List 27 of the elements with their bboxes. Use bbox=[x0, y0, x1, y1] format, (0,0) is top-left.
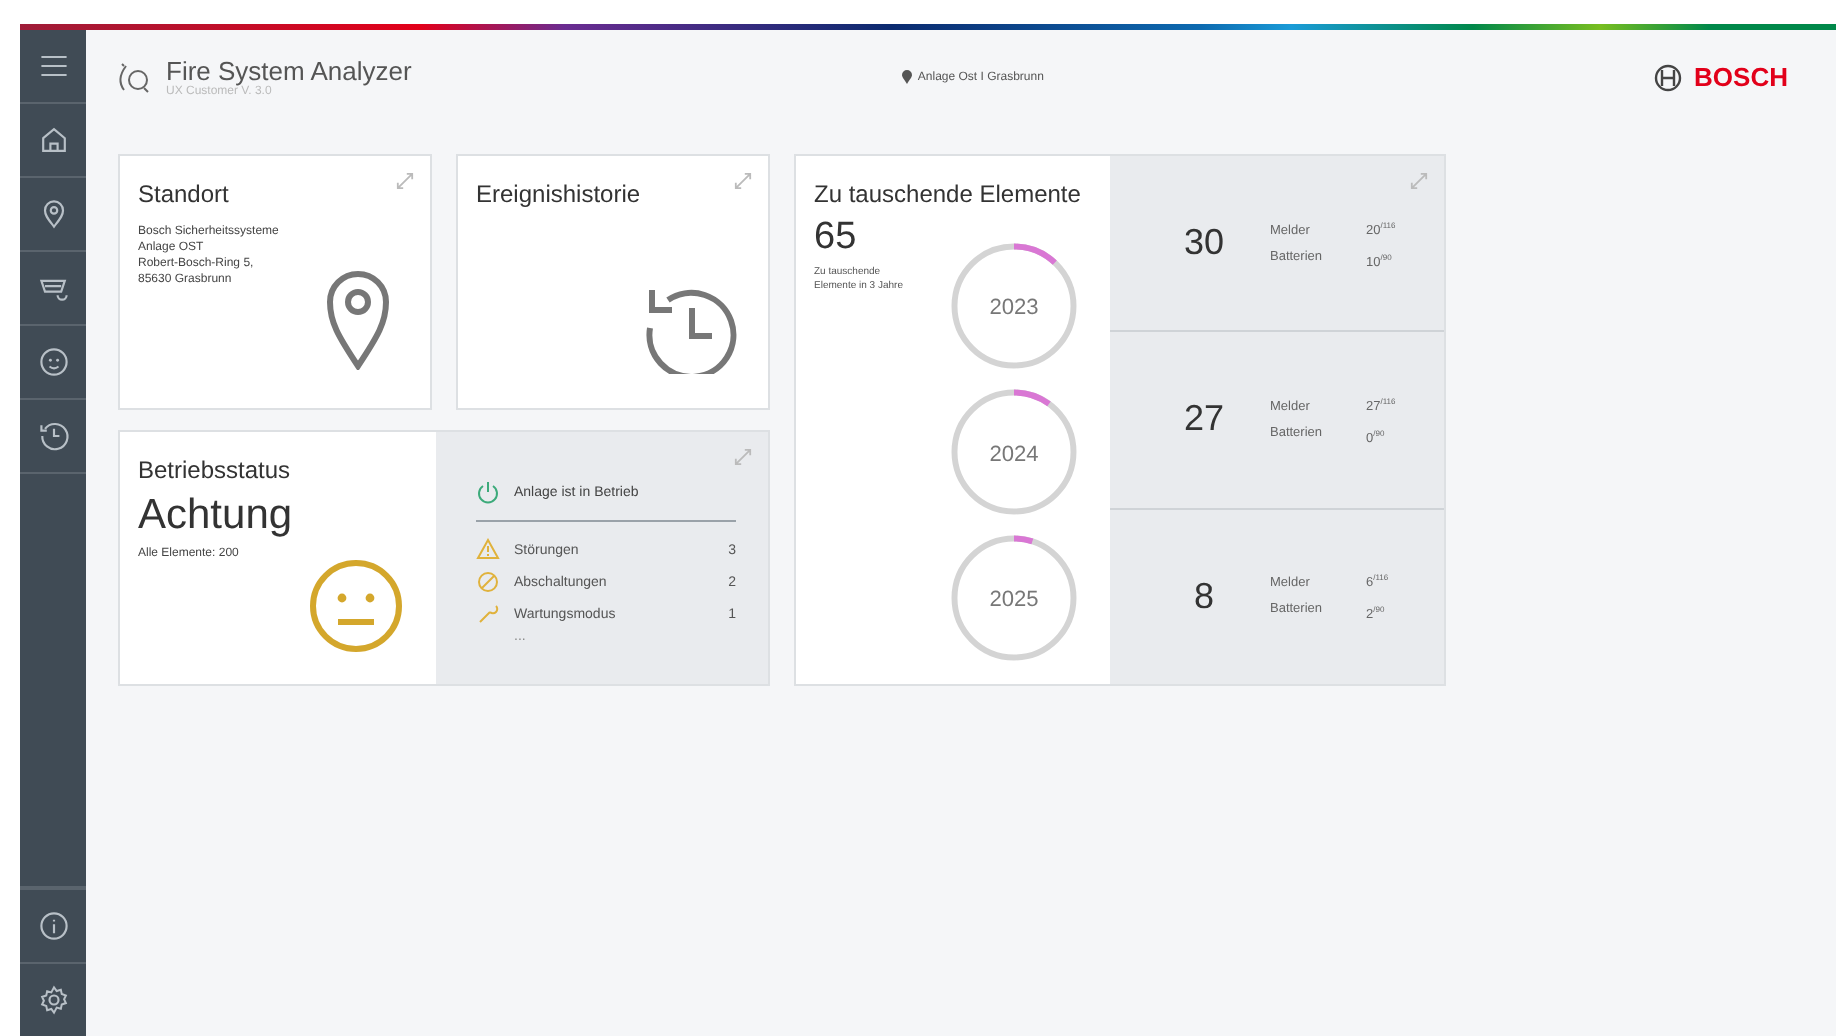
year-label: 2023 bbox=[989, 296, 1039, 321]
status-text: Achtung bbox=[138, 492, 295, 540]
brand-logo-icon bbox=[1654, 63, 1683, 91]
neutral-face-icon bbox=[308, 558, 404, 654]
replace-count: 30 bbox=[1181, 222, 1227, 265]
year-label: 2024 bbox=[989, 442, 1039, 467]
card-title: Betriebsstatus bbox=[138, 456, 293, 484]
location-pin-icon bbox=[326, 270, 390, 370]
total-count: 65 bbox=[814, 216, 859, 260]
power-icon bbox=[476, 480, 500, 504]
replace-count: 8 bbox=[1191, 575, 1216, 618]
card-title: Ereignishistorie bbox=[476, 180, 643, 208]
wrench-icon bbox=[476, 602, 500, 626]
warning-icon bbox=[476, 538, 500, 562]
blocked-icon bbox=[476, 570, 500, 594]
history-icon bbox=[35, 418, 71, 454]
brand-name: BOSCH bbox=[1694, 62, 1788, 92]
year-label: 2025 bbox=[989, 588, 1039, 613]
settings-icon bbox=[35, 982, 71, 1018]
replace-count: 27 bbox=[1181, 398, 1227, 441]
app-title: Fire System Analyzer bbox=[166, 56, 412, 86]
card-title: Zu tauschende Elemente bbox=[814, 180, 1083, 208]
info-icon bbox=[35, 908, 71, 944]
location-pin-icon bbox=[901, 70, 912, 84]
app-logo-icon bbox=[114, 57, 154, 97]
smiley-icon bbox=[35, 344, 71, 380]
card-title: Standort bbox=[138, 180, 231, 208]
